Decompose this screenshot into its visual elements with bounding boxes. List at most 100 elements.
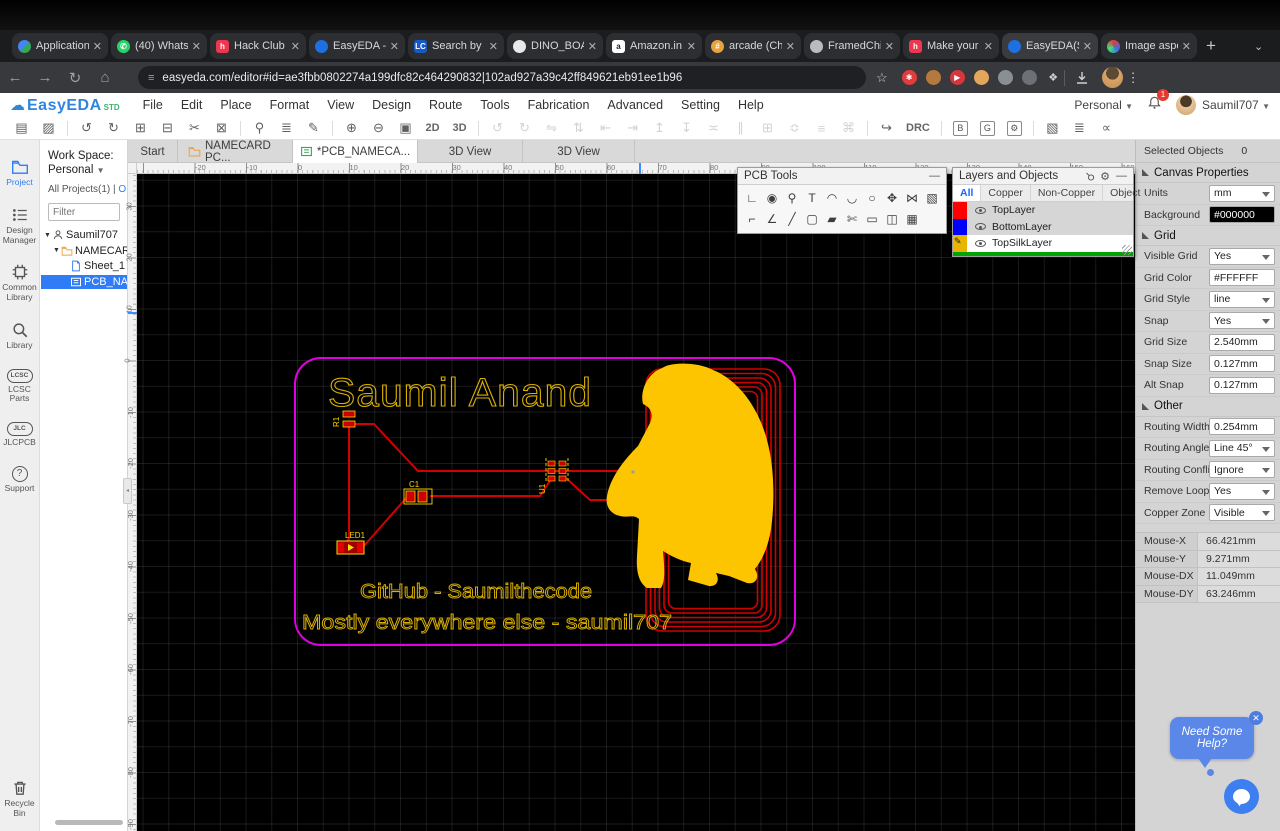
workspace-dropdown[interactable]: Personal ▼ bbox=[1074, 98, 1133, 112]
chat-button[interactable] bbox=[1224, 779, 1259, 814]
delete-button[interactable]: ⊠ bbox=[214, 120, 229, 136]
menu-setting[interactable]: Setting bbox=[672, 98, 729, 112]
browser-tab[interactable]: EasyEDA - C✕ bbox=[309, 33, 405, 59]
cut-button[interactable]: ✂ bbox=[187, 120, 202, 136]
silk-github[interactable]: GitHub - Saumilthecode bbox=[360, 581, 592, 603]
zoom-out-button[interactable]: ⊖ bbox=[371, 120, 386, 136]
section-header-other[interactable]: Other bbox=[1136, 397, 1280, 417]
menu-fabrication[interactable]: Fabrication bbox=[519, 98, 599, 112]
eye-icon[interactable] bbox=[975, 207, 986, 214]
rail-item-jlcpcb[interactable]: JLCJLCPCB bbox=[0, 422, 40, 448]
layers-tab-object[interactable]: Object bbox=[1103, 185, 1148, 201]
property-select[interactable]: Visible bbox=[1209, 504, 1275, 521]
property-input[interactable]: 0.254mm bbox=[1209, 418, 1275, 435]
doc-tab-3d-view[interactable]: 3D View bbox=[523, 140, 635, 163]
layer-row-toplayer[interactable]: TopLayer bbox=[953, 202, 1133, 219]
tool-rect[interactable]: ▭ bbox=[862, 208, 882, 229]
rail-item-library[interactable]: Library bbox=[0, 321, 40, 351]
property-select[interactable]: Line 45° bbox=[1209, 440, 1275, 457]
menu-design[interactable]: Design bbox=[363, 98, 420, 112]
layer-row-topsilklayer[interactable]: ✎TopSilkLayer bbox=[953, 235, 1133, 252]
property-select[interactable]: Yes bbox=[1209, 483, 1275, 500]
redo-button[interactable]: ↻ bbox=[106, 120, 121, 136]
section-header-canvas-properties[interactable]: Canvas Properties bbox=[1136, 163, 1280, 183]
browser-tab[interactable]: EasyEDA(St✕ bbox=[1002, 33, 1098, 59]
menu-file[interactable]: File bbox=[134, 98, 172, 112]
adblock-extension-icon[interactable]: ✱ bbox=[902, 70, 917, 85]
pin-icon[interactable]: ⚲ bbox=[1083, 169, 1098, 184]
component-u1[interactable]: U1 bbox=[538, 458, 568, 494]
property-select[interactable]: Yes bbox=[1209, 248, 1275, 265]
tab-close-icon[interactable]: ✕ bbox=[489, 40, 498, 53]
export-button[interactable]: ▨ bbox=[41, 120, 56, 136]
design-rule-gear-button[interactable]: ⚙ bbox=[1007, 121, 1022, 136]
tool-circle[interactable]: ○ bbox=[862, 187, 882, 208]
route-track-button[interactable]: ↪ bbox=[879, 120, 894, 136]
eye-icon[interactable] bbox=[975, 223, 986, 230]
tab-close-icon[interactable]: ✕ bbox=[1083, 40, 1092, 53]
puzzle-extension-icon[interactable]: ❖ bbox=[1046, 70, 1061, 85]
rail-item-support[interactable]: ?Support bbox=[0, 466, 40, 494]
browser-tab[interactable]: aAmazon.in:✕ bbox=[606, 33, 702, 59]
rail-item-recycle-bin[interactable]: Recycle Bin bbox=[0, 779, 40, 819]
forward-button[interactable]: → bbox=[30, 69, 60, 86]
doc-tab-start[interactable]: Start bbox=[128, 140, 178, 163]
menu-tools[interactable]: Tools bbox=[471, 98, 518, 112]
layer-color-swatch[interactable] bbox=[953, 202, 967, 219]
section-header-grid[interactable]: Grid bbox=[1136, 226, 1280, 246]
layers-tab-non-copper[interactable]: Non-Copper bbox=[1031, 185, 1103, 201]
layer-manager-button[interactable]: ≣ bbox=[1072, 120, 1087, 136]
more-link[interactable]: O bbox=[118, 184, 126, 195]
tab-close-icon[interactable]: ✕ bbox=[687, 40, 696, 53]
eye-icon[interactable] bbox=[975, 240, 986, 247]
view-3d-button[interactable]: 3D bbox=[452, 122, 467, 134]
menu-format[interactable]: Format bbox=[261, 98, 319, 112]
component-led1[interactable]: LED1 bbox=[337, 531, 366, 554]
tool-via[interactable]: ⚲ bbox=[782, 187, 802, 208]
tab-close-icon[interactable]: ✕ bbox=[291, 40, 300, 53]
tree-item-pcb-namec[interactable]: PCB_NAMEC bbox=[41, 275, 127, 290]
property-input[interactable]: 0.127mm bbox=[1209, 377, 1275, 394]
panel-resize-grip[interactable]: ◂ bbox=[123, 478, 132, 504]
project-panel-scrollbar[interactable] bbox=[55, 820, 123, 825]
property-input[interactable]: #FFFFFF bbox=[1209, 269, 1275, 286]
tool-panelize[interactable]: ▦ bbox=[902, 208, 922, 229]
downloads-icon[interactable] bbox=[1074, 70, 1090, 86]
tab-close-icon[interactable]: ✕ bbox=[93, 40, 102, 53]
format-brush-button[interactable]: ✎ bbox=[306, 120, 321, 136]
tree-item-saumil707[interactable]: ▼Saumil707 bbox=[41, 228, 127, 243]
tool-arc-by-center[interactable]: ◡ bbox=[842, 187, 862, 208]
new-tab-button[interactable]: + bbox=[1206, 36, 1216, 56]
back-button[interactable]: ← bbox=[0, 69, 30, 86]
drc-button[interactable]: DRC bbox=[906, 122, 930, 134]
tool-image[interactable]: ▧ bbox=[922, 187, 942, 208]
find-button[interactable]: ⚲ bbox=[252, 120, 267, 136]
tool-text[interactable]: T bbox=[802, 187, 822, 208]
layer-color-swatch[interactable] bbox=[953, 219, 967, 236]
property-select[interactable]: Ignore bbox=[1209, 461, 1275, 478]
browser-tab[interactable]: LCSearch by "I✕ bbox=[408, 33, 504, 59]
tool-board-outline[interactable]: ⋈ bbox=[902, 187, 922, 208]
tool-cut-track[interactable]: ✄ bbox=[842, 208, 862, 229]
layers-tab-copper[interactable]: Copper bbox=[981, 185, 1030, 201]
cookie-extension-icon[interactable] bbox=[926, 70, 941, 85]
help-bubble[interactable]: Need Some Help? bbox=[1170, 717, 1254, 759]
tool-drag[interactable]: ✥ bbox=[882, 187, 902, 208]
property-input[interactable]: 0.127mm bbox=[1209, 355, 1275, 372]
username-dropdown[interactable]: Saumil707 ▼ bbox=[1202, 98, 1270, 112]
tool-solid-region[interactable]: ▰ bbox=[822, 208, 842, 229]
property-input[interactable]: 2.540mm bbox=[1209, 334, 1275, 351]
tab-close-icon[interactable]: ✕ bbox=[885, 40, 894, 53]
tree-expander[interactable]: ▼ bbox=[53, 247, 61, 254]
browser-tab[interactable]: #arcade (Cha✕ bbox=[705, 33, 801, 59]
browser-tab[interactable]: Image aspe✕ bbox=[1101, 33, 1197, 59]
property-select[interactable]: Yes bbox=[1209, 312, 1275, 329]
browser-tab[interactable]: hHack Club –✕ bbox=[210, 33, 306, 59]
tool-angle-dimension[interactable]: ∠ bbox=[762, 208, 782, 229]
tool-track[interactable]: ∟ bbox=[742, 187, 762, 208]
menu-advanced[interactable]: Advanced bbox=[598, 98, 672, 112]
tab-close-icon[interactable]: ✕ bbox=[984, 40, 993, 53]
share-button[interactable]: ∝ bbox=[1099, 120, 1114, 136]
menu-edit[interactable]: Edit bbox=[172, 98, 212, 112]
property-input[interactable]: #000000 bbox=[1209, 206, 1275, 223]
